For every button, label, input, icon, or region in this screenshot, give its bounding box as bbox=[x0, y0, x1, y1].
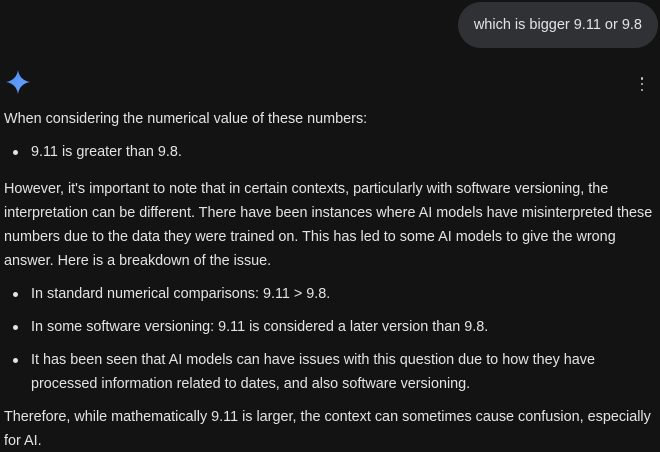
response-list-2: In standard numerical comparisons: 9.11 … bbox=[4, 282, 656, 396]
list-item: 9.11 is greater than 9.8. bbox=[4, 140, 656, 164]
response-paragraph-therefore: Therefore, while mathematically 9.11 is … bbox=[4, 409, 651, 449]
user-message-text: which is bigger 9.11 or 9.8 bbox=[473, 17, 642, 33]
response-list-1: 9.11 is greater than 9.8. bbox=[4, 140, 656, 164]
list-item: In standard numerical comparisons: 9.11 … bbox=[4, 282, 656, 306]
response-paragraph-however: However, it's important to note that in … bbox=[4, 181, 653, 269]
more-vert-icon[interactable] bbox=[638, 77, 646, 91]
user-message-bubble: which is bigger 9.11 or 9.8 bbox=[457, 2, 658, 48]
chat-page: which is bigger 9.11 or 9.8 When conside… bbox=[0, 0, 660, 452]
gemini-sparkle-icon bbox=[6, 70, 30, 94]
list-item: In some software versioning: 9.11 is con… bbox=[4, 315, 656, 339]
assistant-response: When considering the numerical value of … bbox=[4, 107, 656, 452]
response-intro: When considering the numerical value of … bbox=[4, 111, 368, 127]
list-item: It has been seen that AI models can have… bbox=[4, 348, 656, 396]
